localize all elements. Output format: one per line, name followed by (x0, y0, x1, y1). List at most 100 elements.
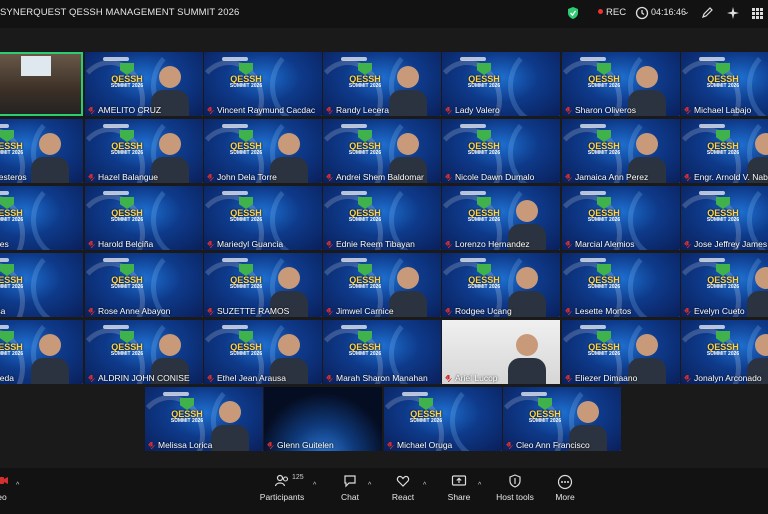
participant-tile[interactable]: QESSH SUMMIT 2026 Evelyn Cueto (681, 253, 768, 317)
participant-name-label: Engr. Arnold V. Nabu (684, 172, 768, 182)
participant-tile[interactable]: QESSH SUMMIT 2026 Nicole Dawn Dumalo (442, 119, 560, 183)
summit-logo: QESSHSUMMIT 2026 (582, 264, 626, 290)
video-caret-icon[interactable]: ^ (16, 482, 19, 489)
gallery-row: QESSHSUMMIT 2026L. PinedaQESSHSUMMIT 202… (0, 320, 768, 384)
mic-muted-icon (326, 308, 333, 315)
summit-logo: QESSHSUMMIT 2026 (582, 331, 626, 357)
meeting-toolbar: eo ^ Participants 125 ^ Chat ^ React ^ S… (0, 468, 768, 514)
participant-tile[interactable]: QESSH SUMMIT 2026 Lesette Mortos (562, 253, 680, 317)
participant-tile[interactable]: QESSH SUMMIT 2026 ALDRIN JOHN CONISE (85, 320, 203, 384)
title-bar: SYNERQUEST QESSH MANAGEMENT SUMMIT 2026 … (0, 0, 768, 28)
toolbar-host-tools-button[interactable]: Host tools (487, 474, 543, 502)
shield-check-icon[interactable] (566, 6, 580, 20)
participant-tile[interactable]: QESSH SUMMIT 2026 Rose Anne Abayon (85, 253, 203, 317)
participant-tile[interactable]: ESSH (0, 52, 83, 116)
participant-name: Engr. Arnold V. Nabu (694, 172, 768, 182)
participant-tile[interactable]: QESSHSUMMIT 2026 er Zules (0, 186, 83, 250)
mic-muted-icon (326, 241, 333, 248)
share-caret-icon[interactable]: ^ (478, 482, 481, 489)
participant-tile[interactable]: QESSH SUMMIT 2026 Jonalyn Arconado (681, 320, 768, 384)
meeting-timer[interactable]: 04:16:46 (651, 7, 686, 17)
participant-tile[interactable]: Ariel Lucop (442, 320, 560, 384)
participant-tile[interactable]: QESSH SUMMIT 2026 Michael Oruga (384, 387, 502, 451)
participant-tile[interactable]: QESSH SUMMIT 2026 Harold Belciña (85, 186, 203, 250)
mic-muted-icon (506, 442, 513, 449)
participant-tile[interactable]: QESSH SUMMIT 2026 Jose Jeffrey James O (681, 186, 768, 250)
background-swirl (508, 52, 560, 116)
logo-sub: SUMMIT 2026 (110, 351, 144, 357)
toolbar-video-button[interactable]: eo (0, 474, 30, 502)
sponsor-logo (222, 191, 248, 195)
apps-grid-icon[interactable] (750, 6, 764, 20)
participant-name: Randy Lecera (336, 105, 389, 115)
mic-muted-icon (387, 442, 394, 449)
toolbar-label: Participants (259, 492, 305, 502)
annotate-pen-icon[interactable] (700, 6, 714, 20)
participant-name-label: Jamaica Ann Perez (565, 172, 648, 182)
participant-name-label: Evelyn Cueto (684, 306, 745, 316)
participant-tile[interactable]: QESSH SUMMIT 2026 Randy Lecera (323, 52, 441, 116)
participant-name: L. Pineda (0, 373, 14, 383)
participant-tile[interactable]: QESSH SUMMIT 2026 Michael Labajo (681, 52, 768, 116)
participant-tile[interactable]: QESSH SUMMIT 2026 SUZETTE RAMOS (204, 253, 322, 317)
summit-logo: QESSHSUMMIT 2026 (105, 331, 149, 357)
participant-tile[interactable]: QESSH SUMMIT 2026 Jamaica Ann Perez (562, 119, 680, 183)
chat-caret-icon[interactable]: ^ (368, 482, 371, 489)
participant-tile[interactable]: QESSH SUMMIT 2026 Ednie Reem Tibayan (323, 186, 441, 250)
participant-tile[interactable]: QESSH SUMMIT 2026 John Dela Torre (204, 119, 322, 183)
record-dot-icon (598, 9, 603, 14)
summit-logo: QESSHSUMMIT 2026 (343, 197, 387, 223)
participant-tile[interactable]: QESSH SUMMIT 2026 Sharon Oliveros (562, 52, 680, 116)
mic-muted-icon (326, 375, 333, 382)
sponsor-logo (222, 57, 248, 61)
participant-tile[interactable]: QESSHSUMMIT 2026 Tenosa (0, 253, 83, 317)
toolbar-more-button[interactable]: More (537, 474, 593, 502)
participant-video (389, 66, 427, 116)
participant-tile[interactable]: QESSH SUMMIT 2026 Engr. Arnold V. Nabu (681, 119, 768, 183)
sponsor-logo (0, 258, 9, 262)
sponsor-logo (222, 258, 248, 262)
mic-muted-icon (88, 308, 95, 315)
participant-name-label: Glenn Guitelen (267, 440, 334, 450)
participants-caret-icon[interactable]: ^ (313, 482, 316, 489)
participant-tile[interactable]: QESSH SUMMIT 2026 Melissa Lorica (145, 387, 263, 451)
chat-icon (344, 475, 356, 488)
logo-sub: SUMMIT 2026 (467, 284, 501, 290)
participant-tile[interactable]: QESSH SUMMIT 2026 Marah Sharon Manahan (323, 320, 441, 384)
toolbar-label: Host tools (496, 492, 534, 502)
summit-logo: QESSHSUMMIT 2026 (462, 197, 506, 223)
participant-tile[interactable]: QESSH SUMMIT 2026 Rodgee Ucang (442, 253, 560, 317)
participant-name-label: Melissa Lorica (148, 440, 212, 450)
react-caret-icon[interactable]: ^ (423, 482, 426, 489)
sponsor-logo (699, 124, 725, 128)
participant-name-label: Ariel Lucop (445, 373, 498, 383)
sparkle-icon[interactable] (726, 6, 740, 20)
participant-tile[interactable]: QESSHSUMMIT 2026 y Ballesteros (0, 119, 83, 183)
summit-logo: QESSHSUMMIT 2026 (582, 63, 626, 89)
chevron-down-icon[interactable]: ⌄ (683, 7, 690, 16)
participant-tile[interactable]: QESSH SUMMIT 2026 Mariedyl Guancia (204, 186, 322, 250)
sponsor-logo (103, 124, 129, 128)
participant-tile[interactable]: QESSH SUMMIT 2026 Cleo Ann Francisco (503, 387, 621, 451)
participant-tile[interactable]: QESSH SUMMIT 2026 Andrei Shem Baldomar (323, 119, 441, 183)
participant-name: Cleo Ann Francisco (516, 440, 590, 450)
participant-name: Tenosa (0, 306, 6, 316)
summit-logo: QESSHSUMMIT 2026 (343, 130, 387, 156)
gallery-row: QESSH SUMMIT 2026 Melissa Lorica Glenn Guit… (0, 387, 768, 451)
participant-tile[interactable]: QESSH SUMMIT 2026 Eliezer Dimaano (562, 320, 680, 384)
participant-tile[interactable]: QESSH SUMMIT 2026 Lorenzo Hernandez (442, 186, 560, 250)
participant-tile[interactable]: QESSHSUMMIT 2026 L. Pineda (0, 320, 83, 384)
participant-name: Andrei Shem Baldomar (336, 172, 424, 182)
recording-indicator[interactable]: REC (598, 7, 626, 18)
participant-tile[interactable]: QESSH SUMMIT 2026 Marcial Alemios (562, 186, 680, 250)
participant-tile[interactable]: QESSH SUMMIT 2026 Vincent Raymund Cacdac (204, 52, 322, 116)
mic-muted-icon (684, 375, 691, 382)
mic-muted-icon (88, 375, 95, 382)
participant-tile[interactable]: Glenn Guitelen (264, 387, 382, 451)
participant-tile[interactable]: QESSH SUMMIT 2026 AMELITO CRUZ (85, 52, 203, 116)
participant-tile[interactable]: QESSH SUMMIT 2026 Hazel Balangue (85, 119, 203, 183)
participant-name-label: Nicole Dawn Dumalo (445, 172, 534, 182)
participant-tile[interactable]: QESSH SUMMIT 2026 Jimwel Carnice (323, 253, 441, 317)
participant-tile[interactable]: QESSH SUMMIT 2026 Lady Valero (442, 52, 560, 116)
participant-tile[interactable]: QESSH SUMMIT 2026 Ethel Jean Arausa (204, 320, 322, 384)
